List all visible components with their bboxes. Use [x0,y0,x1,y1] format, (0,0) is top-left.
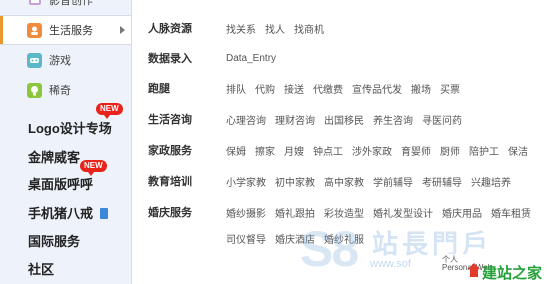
subcategory-link[interactable]: 婚礼发型设计 [373,205,433,220]
sidebar-link-label: 桌面版呼呼 [28,177,94,192]
category-row-wedding-continued: 司仪督导 婚庆酒店 婚纱礼服 [148,230,373,246]
subcategory-link[interactable]: 陪护工 [469,143,499,158]
subcategory-link[interactable]: 月嫂 [284,143,304,158]
subcategory-link[interactable]: 小学家教 [226,174,266,189]
subcategory-link[interactable]: 找人 [265,21,285,36]
sidebar-link-gold-witkey[interactable]: 金牌威客 [28,147,80,166]
subcategory-link[interactable]: 保洁 [508,143,528,158]
subcategory-link[interactable]: 擦家 [255,143,275,158]
subcategory-link[interactable]: 婚车租赁 [491,205,531,220]
chevron-right-icon [120,26,125,34]
subcategory-link[interactable]: 寻医问药 [422,112,462,127]
subcategory-link[interactable]: 涉外家政 [352,143,392,158]
subcategory-link[interactable]: Data_Entry [226,53,276,64]
subcategory-link[interactable]: 接送 [284,81,304,96]
subcategory-link[interactable]: 养生咨询 [373,112,413,127]
sidebar-item-game[interactable]: 游戏 [0,45,132,75]
subcategory-link[interactable]: 找商机 [294,21,324,36]
subcategory-link[interactable]: 婚庆用品 [442,205,482,220]
sidebar-item-label: 游戏 [49,55,71,67]
row-label: 数据录入 [148,53,192,65]
sidebar-item-media[interactable]: 影音创作 [0,0,132,14]
new-badge: NEW [96,103,123,119]
life-service-icon [27,22,42,38]
sidebar-link-label: Logo设计专场 [28,121,112,136]
subcategory-link[interactable]: 初中家教 [275,174,315,189]
category-sidebar: 影音创作 生活服务 游戏 稀奇 Logo设计专场 NEW 金牌威客 桌面版呼呼 … [0,0,132,284]
subcategory-link[interactable]: 找关系 [226,21,256,36]
category-row-errands: 跑腿 排队 代购 接送 代缴费 宣传品代发 搬场 买票 [148,80,469,96]
category-row-contacts: 人脉资源 找关系 找人 找商机 [148,20,333,36]
sidebar-link-label: 国际服务 [28,234,81,249]
category-row-education: 教育培训 小学家教 初中家教 高中家教 学前辅导 考研辅导 兴趣培养 [148,173,520,189]
subcategory-link[interactable]: 司仪督导 [226,231,266,246]
subcategory-link[interactable]: 婚礼跟拍 [275,205,315,220]
subcategory-link[interactable]: 钟点工 [313,143,343,158]
life-service-flyout: 人脉资源 找关系 找人 找商机 数据录入 Data_Entry 跑腿 排队 代购… [131,0,550,284]
idea-icon [27,82,42,98]
sidebar-link-label: 社区 [28,262,55,277]
row-label: 婚庆服务 [148,207,192,219]
subcategory-link[interactable]: 婚纱礼服 [324,231,364,246]
subcategory-link[interactable]: 宣传品代发 [352,81,402,96]
subcategory-link[interactable]: 学前辅导 [373,174,413,189]
sidebar-item-life-service[interactable]: 生活服务 [0,15,132,45]
subcategory-link[interactable]: 考研辅导 [422,174,462,189]
sidebar-link-logo-design[interactable]: Logo设计专场 [28,118,112,137]
subcategory-link[interactable]: 彩妆造型 [324,205,364,220]
sidebar-item-label: 生活服务 [49,25,93,37]
category-row-housekeeping: 家政服务 保姆 擦家 月嫂 钟点工 涉外家政 育婴师 厨师 陪护工 保洁 [148,142,537,158]
row-label: 人脉资源 [148,23,192,35]
subcategory-link[interactable]: 心理咨询 [226,112,266,127]
row-label: 家政服务 [148,145,192,157]
category-row-data-entry: 数据录入 Data_Entry [148,50,285,66]
sidebar-item-label: 影音创作 [49,0,93,7]
game-icon [27,52,42,68]
row-label: 跑腿 [148,83,170,95]
new-badge: NEW [80,160,107,176]
subcategory-link[interactable]: 高中家教 [324,174,364,189]
row-label: 生活咨询 [148,114,192,126]
subcategory-link[interactable]: 代购 [255,81,275,96]
sidebar-link-mobile-zbj[interactable]: 手机猪八戒 [28,203,108,222]
subcategory-link[interactable]: 婚庆酒店 [275,231,315,246]
subcategory-link[interactable]: 排队 [226,81,246,96]
sidebar-link-community[interactable]: 社区 [28,259,54,278]
category-row-wedding: 婚庆服务 婚纱摄影 婚礼跟拍 彩妆造型 婚礼发型设计 婚庆用品 婚车租赁 [148,204,540,220]
sidebar-item-weird[interactable]: 稀奇 [0,75,132,105]
sidebar-link-desktop-huhu[interactable]: 桌面版呼呼 [28,174,93,193]
sidebar-link-international[interactable]: 国际服务 [28,231,80,250]
sidebar-link-label: 手机猪八戒 [28,206,94,221]
subcategory-link[interactable]: 理财咨询 [275,112,315,127]
sidebar-link-label: 金牌威客 [28,150,81,165]
subcategory-link[interactable]: 兴趣培养 [471,174,511,189]
subcategory-link[interactable]: 婚纱摄影 [226,205,266,220]
film-icon [27,0,42,8]
subcategory-link[interactable]: 搬场 [411,81,431,96]
subcategory-link[interactable]: 厨师 [440,143,460,158]
subcategory-link[interactable]: 育婴师 [401,143,431,158]
subcategory-link[interactable]: 代缴费 [313,81,343,96]
mobile-icon [99,208,108,219]
subcategory-link[interactable]: 保姆 [226,143,246,158]
subcategory-link[interactable]: 买票 [440,81,460,96]
row-label: 教育培训 [148,176,192,188]
subcategory-link[interactable]: 出国移民 [324,112,364,127]
category-row-life-consulting: 生活咨询 心理咨询 理财咨询 出国移民 养生咨询 寻医问药 [148,111,471,127]
sidebar-item-label: 稀奇 [49,85,71,97]
